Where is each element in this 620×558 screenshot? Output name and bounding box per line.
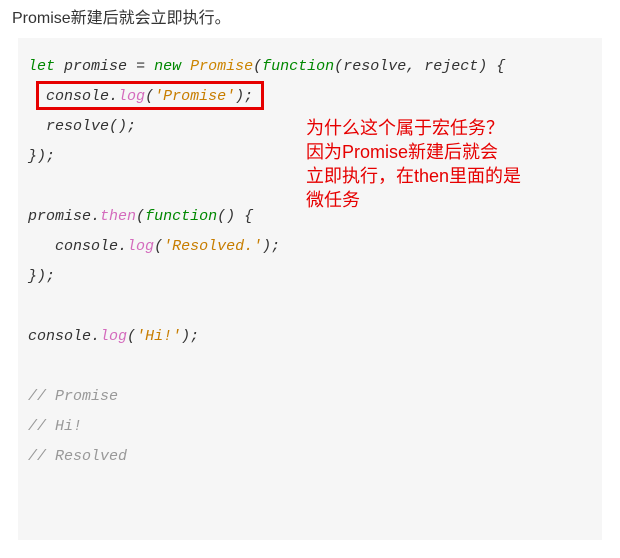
string-promise: 'Promise' (154, 88, 235, 105)
op-eq: = (136, 58, 145, 75)
punct: ); (181, 328, 199, 345)
method-then: then (100, 208, 136, 225)
code-line-6: console.log('Resolved.'); (28, 238, 280, 255)
brace-open: { (235, 208, 253, 225)
code-line-3: resolve(); (28, 118, 136, 135)
brace-close: }); (28, 148, 55, 165)
punct: . (109, 88, 118, 105)
punct: ( (127, 328, 136, 345)
string-hi: 'Hi!' (136, 328, 181, 345)
brace-open: { (487, 58, 505, 75)
method-log: log (118, 88, 145, 105)
punct: ); (262, 238, 280, 255)
keyword-function: function (145, 208, 217, 225)
punct: ( (334, 58, 343, 75)
code-line-1: let promise = new Promise(function(resol… (28, 58, 505, 75)
punct: . (91, 208, 100, 225)
punct: , (406, 58, 424, 75)
param-resolve: resolve (343, 58, 406, 75)
punct: ( (136, 208, 145, 225)
punct: . (91, 328, 100, 345)
punct: ); (235, 88, 253, 105)
brace-close: }); (28, 268, 55, 285)
punct: (); (109, 118, 136, 135)
punct: ( (154, 238, 163, 255)
ident-promise: promise (64, 58, 127, 75)
code-line-2: console.log('Promise'); (28, 88, 253, 105)
punct: ) (478, 58, 487, 75)
ident-console: console (46, 88, 109, 105)
annotation-line-3: 立即执行，在then里面的是 (306, 166, 521, 186)
method-log: log (127, 238, 154, 255)
indent (28, 88, 46, 105)
annotation-line-1: 为什么这个属于宏任务？ (306, 118, 504, 138)
method-log: log (100, 328, 127, 345)
code-line-8: console.log('Hi!'); (28, 328, 199, 345)
indent (28, 118, 46, 135)
code-line-4: }); (28, 148, 55, 165)
ident-promise: promise (28, 208, 91, 225)
punct: . (118, 238, 127, 255)
keyword-let: let (28, 58, 55, 75)
comment-resolved: // Resolved (28, 448, 127, 465)
ident-console: console (55, 238, 118, 255)
annotation-line-4: 微任务 (306, 190, 360, 210)
comment-promise: // Promise (28, 388, 118, 405)
param-reject: reject (424, 58, 478, 75)
keyword-new: new (154, 58, 181, 75)
comment-hi: // Hi! (28, 418, 82, 435)
indent (28, 238, 55, 255)
ident-resolve: resolve (46, 118, 109, 135)
code-block: let promise = new Promise(function(resol… (18, 38, 602, 540)
punct: () (217, 208, 235, 225)
string-resolved: 'Resolved.' (163, 238, 262, 255)
intro-text: Promise新建后就会立即执行。 (0, 0, 620, 38)
ident-console: console (28, 328, 91, 345)
punct: ( (253, 58, 262, 75)
annotation-text: 为什么这个属于宏任务？ 因为Promise新建后就会 立即执行，在then里面的… (306, 116, 556, 212)
keyword-function: function (262, 58, 334, 75)
code-line-7: }); (28, 268, 55, 285)
code-line-5: promise.then(function() { (28, 208, 253, 225)
class-promise: Promise (190, 58, 253, 75)
punct: ( (145, 88, 154, 105)
annotation-line-2: 因为Promise新建后就会 (306, 142, 498, 162)
